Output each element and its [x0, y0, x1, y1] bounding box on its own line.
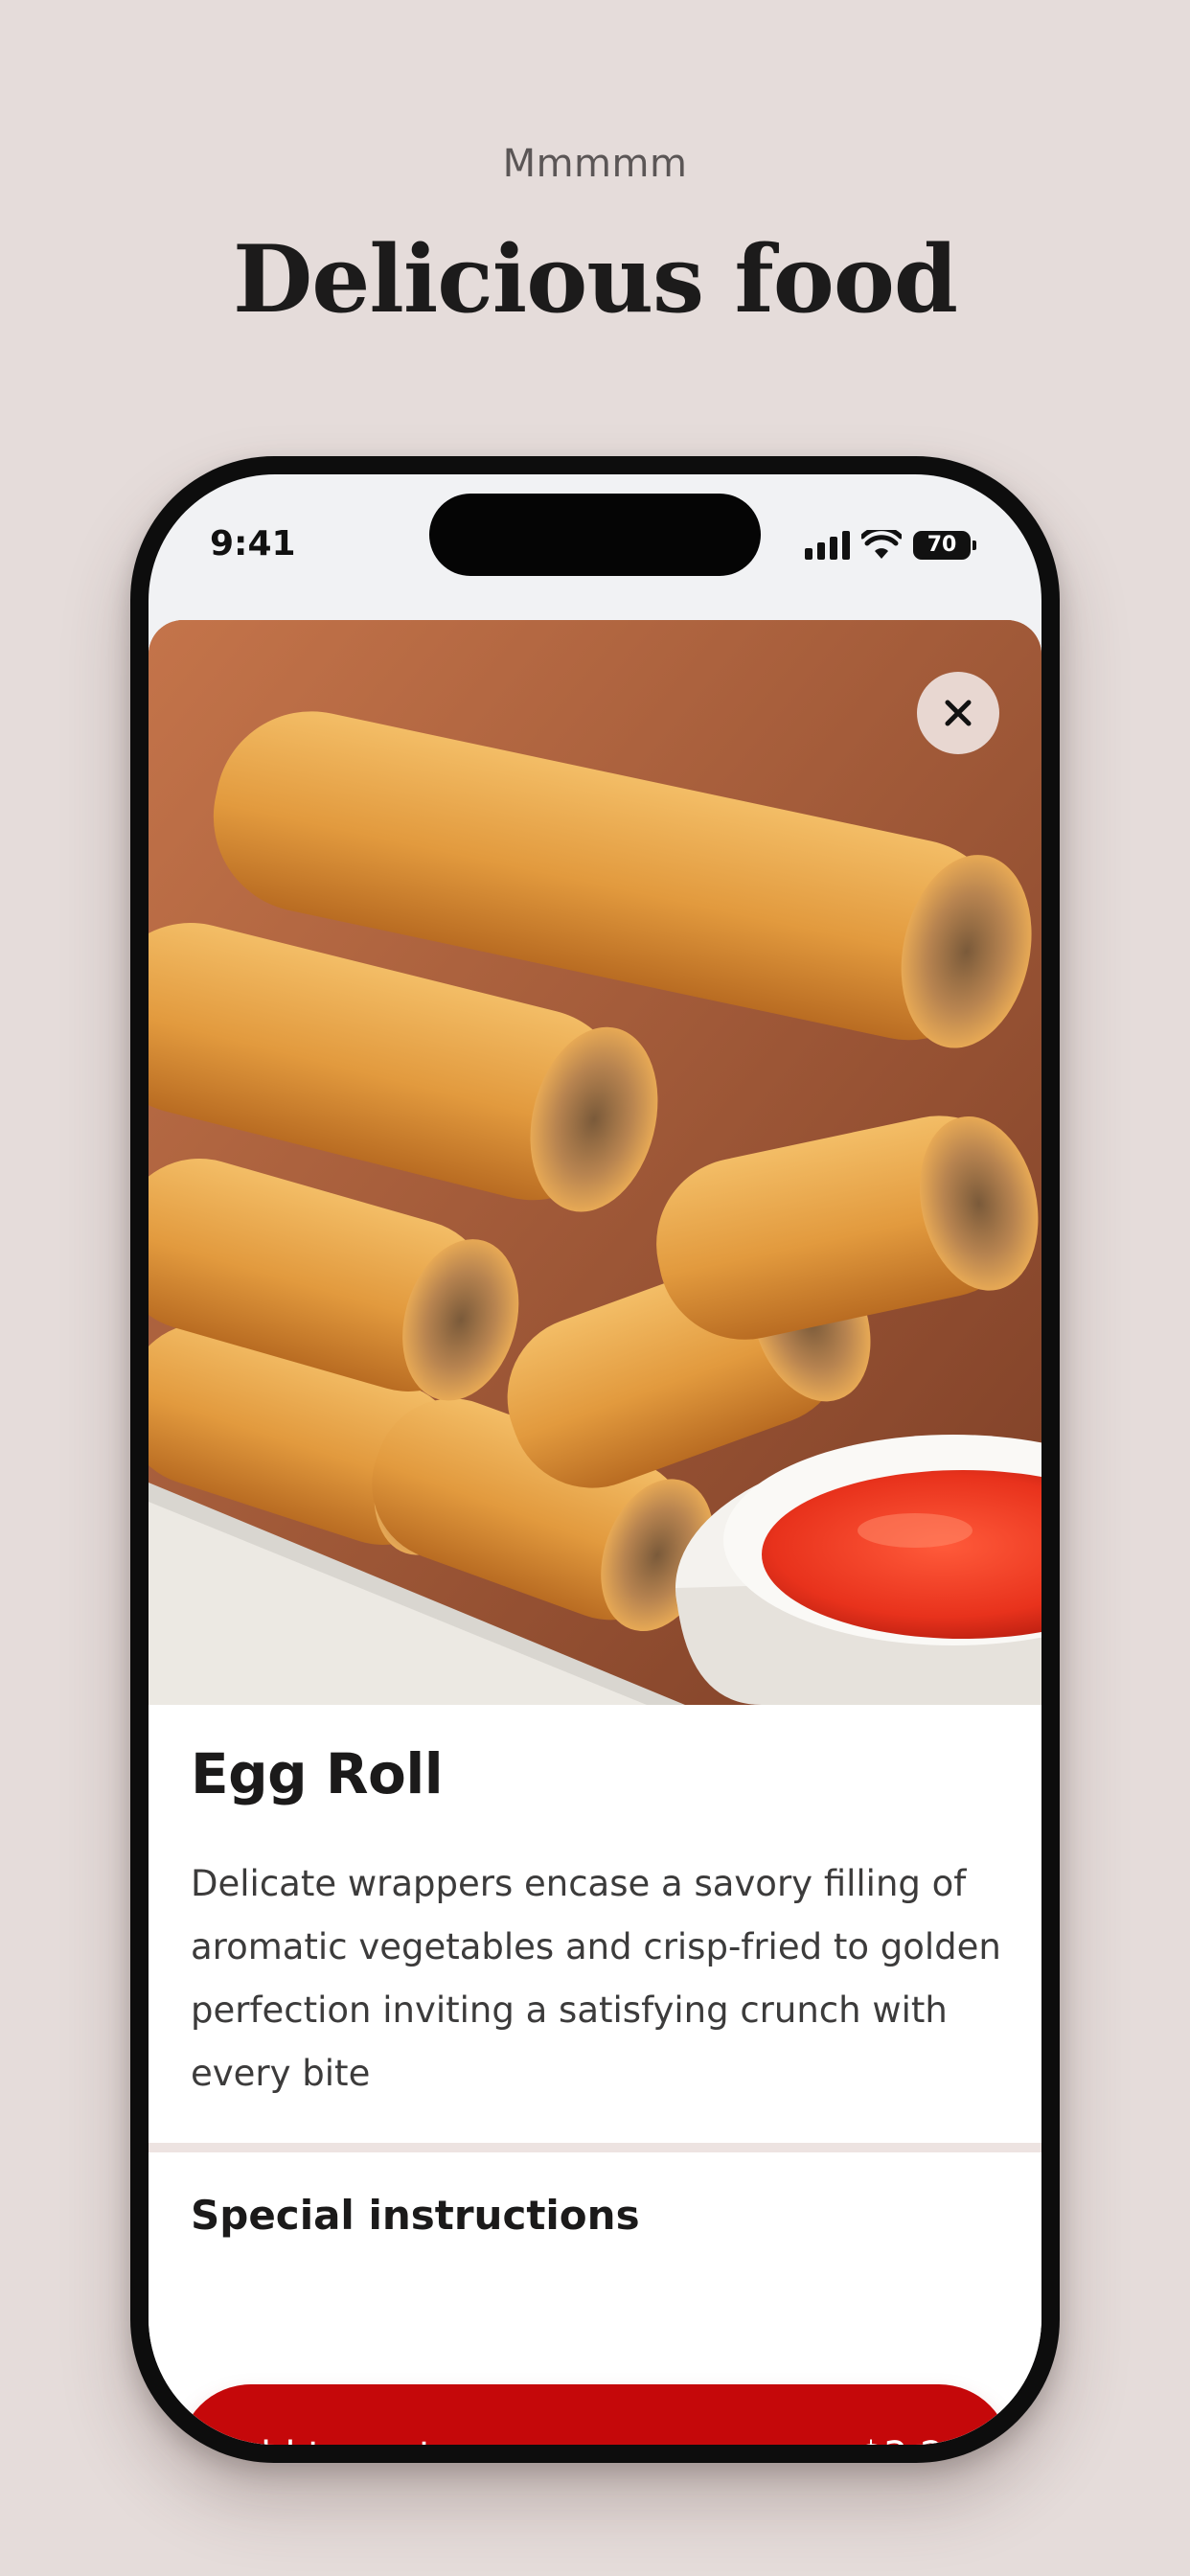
status-icons: 70: [805, 528, 976, 563]
wifi-icon: [861, 530, 902, 559]
signal-icon: [805, 531, 850, 560]
add-to-cart-label: Add to cart: [221, 2434, 434, 2445]
product-sheet: Egg Roll Delicate wrappers encase a savo…: [149, 620, 1041, 2445]
close-icon: [945, 700, 972, 726]
add-to-cart-button[interactable]: Add to cart $3.20: [179, 2384, 1011, 2445]
special-instructions-heading: Special instructions: [191, 2192, 640, 2239]
phone-screen: 9:41 70 Egg Roll Delicate wrappers encas…: [149, 474, 1041, 2445]
battery-level: 70: [913, 531, 971, 560]
battery-icon: 70: [913, 531, 976, 560]
status-time: 9:41: [210, 524, 296, 564]
egg-roll-photo: [149, 620, 1041, 1705]
dynamic-island: [429, 494, 761, 576]
dish-title: Egg Roll: [191, 1741, 444, 1806]
phone-frame: 9:41 70 Egg Roll Delicate wrappers encas…: [130, 456, 1060, 2463]
page-eyebrow: Mmmmm: [502, 142, 688, 186]
cart-price: $3.20: [858, 2434, 969, 2445]
page-headline: Delicious food: [233, 225, 958, 334]
section-divider: [149, 2143, 1041, 2152]
close-button[interactable]: [917, 672, 999, 754]
dish-description: Delicate wrappers encase a savory fillin…: [191, 1863, 1001, 2094]
